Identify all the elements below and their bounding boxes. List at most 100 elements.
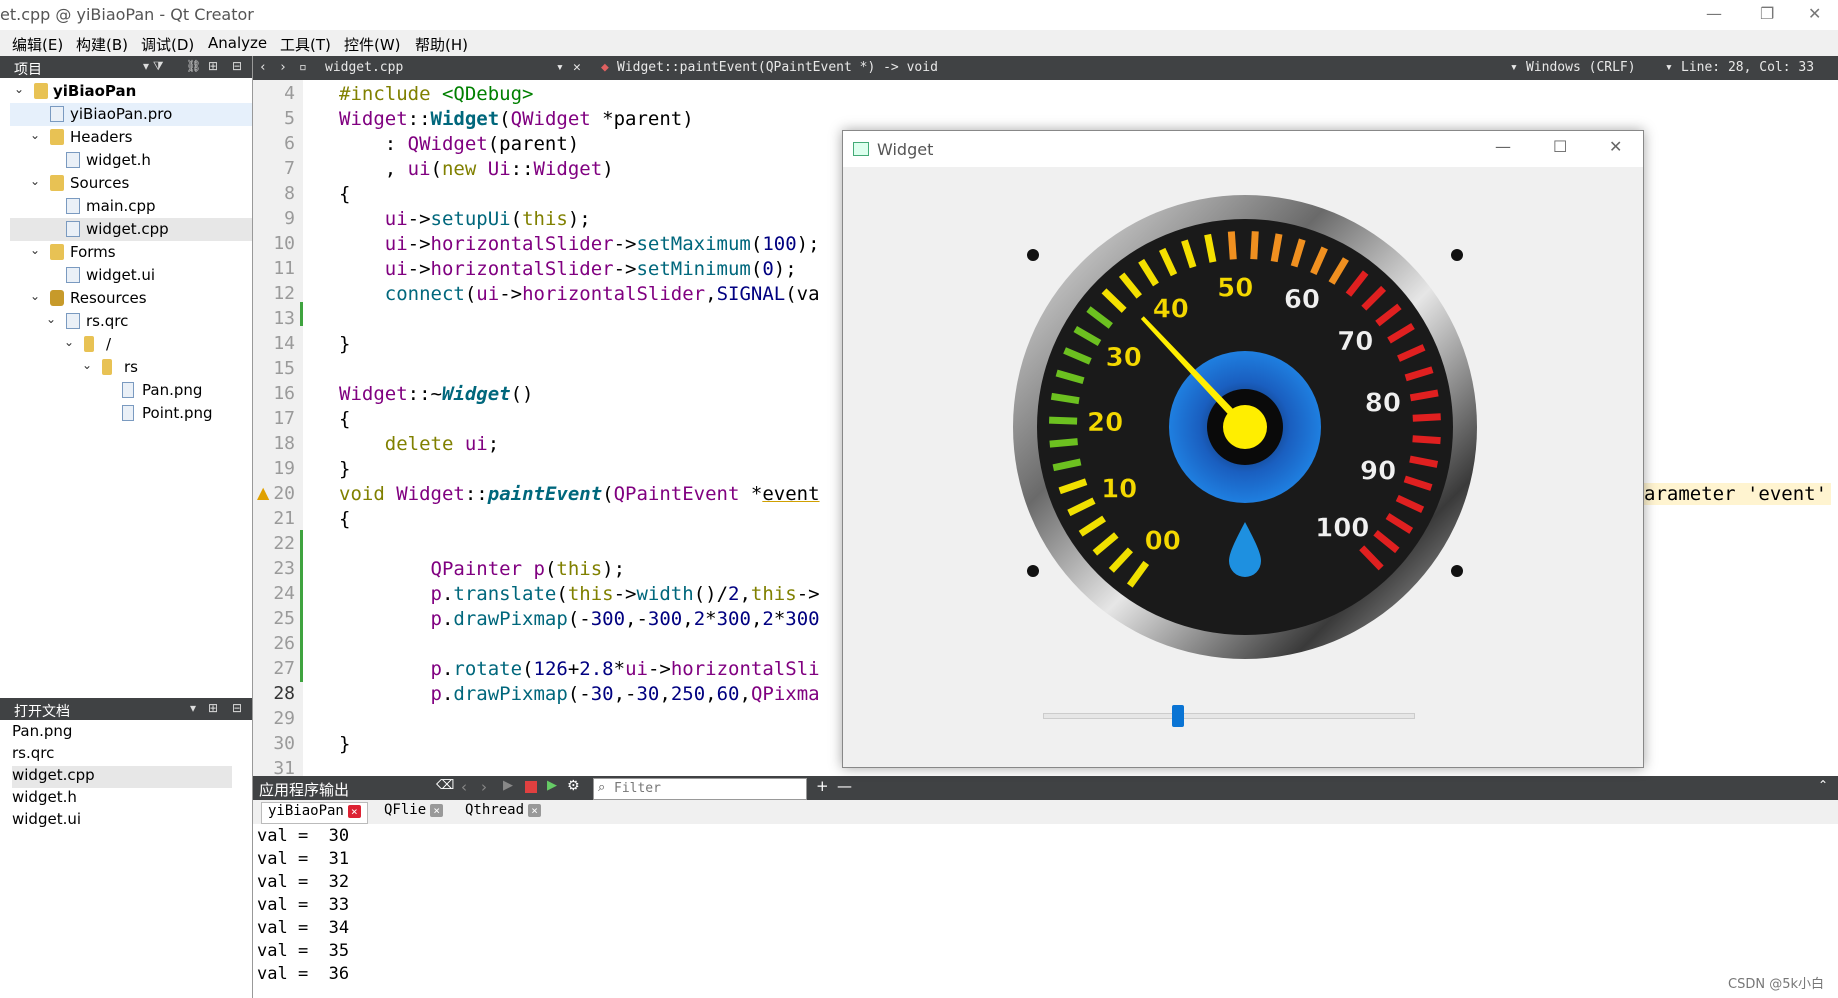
gauge-label: 40 <box>1153 294 1189 324</box>
tab-qflie[interactable]: QFlie × <box>378 802 449 822</box>
minimize-button[interactable]: — <box>1706 4 1722 23</box>
zoom-out-icon[interactable]: — <box>837 777 852 795</box>
tree-item-label: main.cpp <box>86 197 156 215</box>
chevron-down-icon[interactable]: ⌄ <box>64 335 74 349</box>
split-icon[interactable]: ⊞ <box>208 701 218 715</box>
tree-item-label: Headers <box>70 128 133 146</box>
tree-item-label: Point.png <box>142 404 213 422</box>
tree-item-label: widget.cpp <box>86 220 169 238</box>
app-icon <box>853 142 869 156</box>
file-selector[interactable]: widget.cpp <box>325 60 403 75</box>
tree-item-headers[interactable]: ⌄ Headers <box>10 126 252 149</box>
open-docs-header: 打开文档 ▾ ⊞ ⊟ <box>0 698 252 720</box>
tree-item-forms[interactable]: ⌄ Forms <box>10 241 252 264</box>
filter-field[interactable]: ⌕ Filter <box>593 778 807 800</box>
line-ending-selector[interactable]: Windows (CRLF) <box>1526 60 1636 75</box>
tree-item-yibiaopan[interactable]: ⌄ yiBiaoPan <box>10 80 252 103</box>
tree-item-rs-folder[interactable]: ⌄ rs <box>10 356 252 379</box>
tree-item-widget-cpp[interactable]: widget.cpp <box>10 218 252 241</box>
widget-window-title: Widget <box>877 140 934 159</box>
split-icon[interactable]: ⊞ <box>208 59 218 73</box>
slider-handle[interactable] <box>1171 705 1184 727</box>
function-selector[interactable]: Widget::paintEvent(QPaintEvent *) -> voi… <box>617 60 938 75</box>
output-line: val = 33 <box>257 895 350 915</box>
code-line: #include <QDebug> <box>339 83 534 105</box>
chevron-down-icon[interactable]: ▾ <box>1510 60 1518 75</box>
gauge-tick <box>1270 233 1283 263</box>
tab-label: QFlie <box>384 802 427 818</box>
widget-title-bar[interactable]: Widget — ☐ ✕ <box>843 131 1643 167</box>
zoom-in-icon[interactable]: + <box>816 777 829 795</box>
gear-icon[interactable]: ⚙ <box>567 778 580 794</box>
open-doc-item[interactable]: Pan.png <box>12 722 232 744</box>
debug-run-icon[interactable]: ▶ <box>547 778 557 793</box>
gauge-tick <box>1250 231 1259 260</box>
screw <box>1451 565 1463 577</box>
close-button[interactable]: ✕ <box>1808 4 1821 23</box>
tab-yibiaopan[interactable]: yiBiaoPan × <box>261 802 368 824</box>
tree-item-main-cpp[interactable]: main.cpp <box>10 195 252 218</box>
tree-item-pro[interactable]: yiBiaoPan.pro <box>10 103 252 126</box>
back-icon[interactable]: ‹ <box>259 60 267 75</box>
tree-item-widget-ui[interactable]: widget.ui <box>10 264 252 287</box>
close-button[interactable]: ✕ <box>1609 137 1622 156</box>
output-tabs: yiBiaoPan × QFlie × Qthread × <box>253 800 1838 825</box>
open-doc-item[interactable]: widget.ui <box>12 810 232 832</box>
tree-item-root-folder[interactable]: ⌄ / <box>10 333 252 356</box>
tab-qthread[interactable]: Qthread × <box>459 802 547 822</box>
chevron-down-icon[interactable]: ⌄ <box>30 243 40 257</box>
close-icon[interactable]: × <box>347 805 361 818</box>
maximize-button[interactable]: ☐ <box>1553 137 1567 156</box>
folder-icon <box>50 244 64 260</box>
menu-build[interactable]: 构建(B) <box>76 34 128 55</box>
lock-icon: ▫ <box>299 60 307 75</box>
chevron-down-icon[interactable]: ⌄ <box>30 174 40 188</box>
filter-icon[interactable]: ▾ ⧩ <box>143 59 164 74</box>
forward-icon[interactable]: › <box>279 60 287 75</box>
chevron-down-icon[interactable]: ▾ <box>1665 60 1673 75</box>
menu-edit[interactable]: 编辑(E) <box>12 34 63 55</box>
run-icon[interactable]: ▶ <box>503 778 513 793</box>
chevron-down-icon[interactable]: ▾ <box>190 701 196 715</box>
chevron-down-icon[interactable]: ▾ <box>556 60 564 75</box>
tree-item-point-png[interactable]: Point.png <box>10 402 252 425</box>
warning-icon[interactable]: ▲ <box>257 483 269 502</box>
tree-item-pan-png[interactable]: Pan.png <box>10 379 252 402</box>
menu-help[interactable]: 帮助(H) <box>415 34 468 55</box>
stop-icon[interactable] <box>525 781 537 793</box>
open-doc-item[interactable]: widget.cpp <box>12 766 232 788</box>
gauge-label: 00 <box>1145 526 1181 556</box>
clear-icon[interactable]: ⌫ <box>436 778 454 793</box>
tree-item-sources[interactable]: ⌄ Sources <box>10 172 252 195</box>
chevron-up-icon[interactable]: ⌃ <box>1818 778 1828 792</box>
menu-tools[interactable]: 工具(T) <box>280 34 331 55</box>
open-doc-item[interactable]: rs.qrc <box>12 744 232 766</box>
code-line: : QWidget(parent) <box>339 133 580 155</box>
chevron-down-icon[interactable]: ⌄ <box>14 82 24 96</box>
chevron-down-icon[interactable]: ⌄ <box>46 312 56 326</box>
close-pane-icon[interactable]: ⊟ <box>232 59 242 73</box>
restore-button[interactable]: ❐ <box>1760 4 1774 23</box>
close-file-icon[interactable]: ✕ <box>573 60 581 75</box>
code-line: p.drawPixmap(-30,-30,250,60,QPixma <box>430 683 820 705</box>
tree-item-resources[interactable]: ⌄ Resources <box>10 287 252 310</box>
chevron-down-icon[interactable]: ⌄ <box>30 128 40 142</box>
menu-analyze[interactable]: Analyze <box>208 34 267 52</box>
menu-controls[interactable]: 控件(W) <box>344 34 401 55</box>
search-icon: ⌕ <box>598 780 606 795</box>
value-slider[interactable] <box>1043 713 1415 719</box>
link-icon[interactable]: ⛓ <box>186 59 201 73</box>
chevron-right-icon[interactable]: › <box>481 778 487 796</box>
open-doc-item[interactable]: widget.h <box>12 788 232 810</box>
minimize-button[interactable]: — <box>1495 137 1511 156</box>
tree-item-rs-qrc[interactable]: ⌄ rs.qrc <box>10 310 252 333</box>
menu-debug[interactable]: 调试(D) <box>141 34 194 55</box>
close-pane-icon[interactable]: ⊟ <box>232 701 242 715</box>
chevron-left-icon[interactable]: ‹ <box>461 778 467 796</box>
chevron-down-icon[interactable]: ⌄ <box>82 358 92 372</box>
tree-item-label: Resources <box>70 289 147 307</box>
chevron-down-icon[interactable]: ⌄ <box>30 289 40 303</box>
tree-item-widget-h[interactable]: widget.h <box>10 149 252 172</box>
close-icon[interactable]: × <box>528 804 542 817</box>
close-icon[interactable]: × <box>430 804 444 817</box>
